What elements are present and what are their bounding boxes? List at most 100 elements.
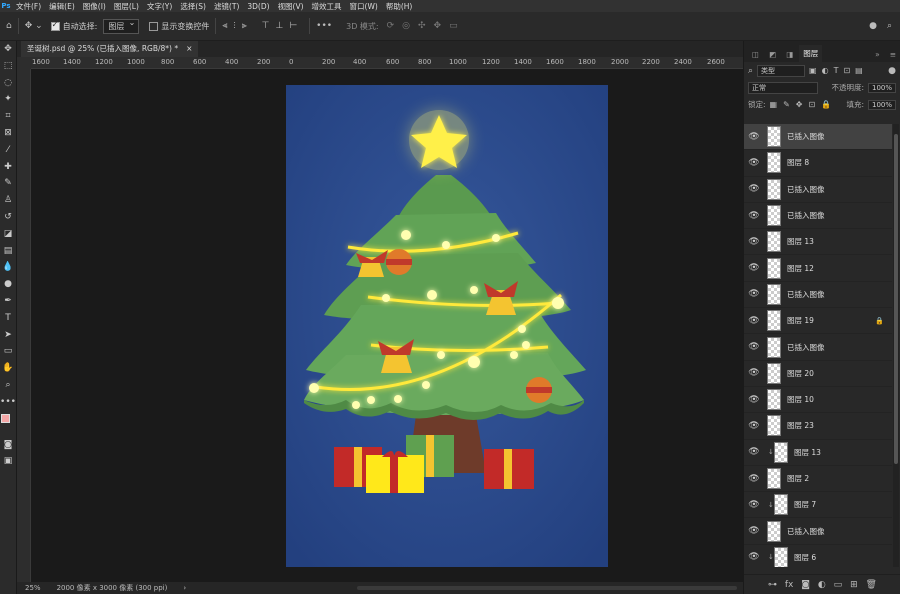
layer-thumbnail[interactable]	[767, 336, 781, 358]
3d-mode-icons[interactable]: ⟳◎✣✥▭	[387, 21, 466, 31]
visibility-eye-icon[interactable]: 👁	[744, 211, 764, 221]
hand-tool-icon[interactable]: ✋	[0, 360, 16, 377]
layer-row[interactable]: 👁 图层 19 🔒	[744, 308, 892, 335]
visibility-eye-icon[interactable]: 👁	[744, 526, 764, 536]
layer-name[interactable]: 图层 20	[787, 368, 814, 379]
clone-stamp-tool-icon[interactable]: ♙	[0, 192, 16, 209]
layer-thumbnail[interactable]	[767, 178, 781, 200]
menu-item-layer[interactable]: 图层(L)	[110, 1, 143, 12]
layer-row[interactable]: 👁 已插入图像	[744, 334, 892, 361]
status-arrow-icon[interactable]: ›	[183, 584, 186, 592]
type-tool-icon[interactable]: T	[0, 310, 16, 327]
menu-item-3d[interactable]: 3D(D)	[243, 2, 273, 11]
layer-name[interactable]: 图层 7	[794, 499, 816, 510]
layer-row[interactable]: 👁 图层 13	[744, 229, 892, 256]
align-icons[interactable]: ⫷⫶⫸ ⊤⊥⊢	[222, 21, 303, 31]
layer-row[interactable]: 👁 已插入图像	[744, 203, 892, 230]
visibility-eye-icon[interactable]: 👁	[744, 552, 764, 562]
layer-name[interactable]: 已插入图像	[787, 184, 825, 195]
layer-thumbnail[interactable]	[767, 520, 781, 542]
layer-thumbnail[interactable]	[774, 494, 788, 516]
layer-name[interactable]: 已插入图像	[787, 131, 825, 142]
layer-name[interactable]: 图层 13	[794, 447, 821, 458]
photoshop-logo-icon[interactable]: Ps	[0, 0, 12, 12]
filter-kind-dropdown[interactable]: 类型	[757, 64, 806, 77]
layer-row[interactable]: 👁 图层 12	[744, 255, 892, 282]
menu-item-plugins[interactable]: 增效工具	[308, 1, 346, 12]
visibility-eye-icon[interactable]: 👁	[744, 316, 764, 326]
menu-item-select[interactable]: 选择(S)	[176, 1, 210, 12]
collapse-panel-icon[interactable]: »	[871, 47, 884, 62]
layer-row[interactable]: 👁 ↓ 图层 7	[744, 492, 892, 519]
auto-select-dropdown[interactable]: 图层	[103, 18, 140, 34]
document-tab[interactable]: 圣诞树.psd @ 25% (已插入图像, RGB/8*) * ×	[21, 41, 199, 57]
crop-tool-icon[interactable]: ⌗	[0, 108, 16, 125]
layer-row[interactable]: 👁 图层 8	[744, 150, 892, 177]
layer-row[interactable]: 👁 图层 20	[744, 361, 892, 387]
layer-thumbnail[interactable]	[767, 362, 781, 384]
layer-thumbnail[interactable]	[767, 231, 781, 253]
layer-row[interactable]: 👁 ↓ 图层 13	[744, 440, 892, 466]
tab-paths[interactable]: ◨	[782, 47, 797, 62]
screen-mode-icon[interactable]: ▣	[0, 453, 16, 470]
layer-name[interactable]: 图层 2	[787, 473, 809, 484]
menu-item-window[interactable]: 窗口(W)	[346, 1, 382, 12]
fx-icon[interactable]: fx	[785, 580, 794, 590]
more-options-icon[interactable]: •••	[316, 21, 332, 31]
visibility-eye-icon[interactable]: 👁	[744, 184, 764, 194]
visibility-eye-icon[interactable]: 👁	[744, 158, 764, 168]
layer-thumbnail[interactable]	[767, 468, 781, 489]
visibility-eye-icon[interactable]: 👁	[744, 342, 764, 352]
visibility-eye-icon[interactable]: 👁	[744, 263, 764, 273]
filter-toggle-icon[interactable]: ●	[888, 66, 896, 76]
tab-layers[interactable]: 图层	[799, 45, 823, 62]
layer-name[interactable]: 图层 10	[787, 394, 814, 405]
history-brush-tool-icon[interactable]: ↺	[0, 209, 16, 226]
auto-select-checkbox[interactable]	[50, 20, 60, 31]
zoom-level[interactable]: 25%	[25, 584, 41, 592]
fill-field[interactable]: 100%	[867, 99, 896, 110]
visibility-eye-icon[interactable]: 👁	[744, 500, 764, 510]
user-icon[interactable]: ●	[869, 21, 877, 31]
layer-name[interactable]: 已插入图像	[787, 289, 825, 300]
marquee-tool-icon[interactable]: ⬚	[0, 58, 16, 75]
layer-name[interactable]: 图层 13	[787, 236, 814, 247]
eraser-tool-icon[interactable]: ◪	[0, 226, 16, 243]
gradient-tool-icon[interactable]: ▤	[0, 243, 16, 260]
layer-thumbnail[interactable]	[774, 441, 788, 463]
trash-icon[interactable]: 🗑	[866, 580, 877, 590]
menu-item-image[interactable]: 图像(I)	[79, 1, 110, 12]
horizontal-scrollbar[interactable]	[357, 586, 737, 590]
visibility-eye-icon[interactable]: 👁	[744, 474, 764, 484]
foreground-color-swatch[interactable]	[1, 413, 10, 423]
link-icon[interactable]: ⊶	[768, 580, 777, 590]
layer-thumbnail[interactable]	[767, 152, 781, 174]
layer-thumbnail[interactable]	[767, 205, 781, 227]
blend-mode-dropdown[interactable]: 正常	[748, 81, 818, 94]
layer-name[interactable]: 已插入图像	[787, 526, 825, 537]
menu-item-view[interactable]: 视图(V)	[274, 1, 308, 12]
adjustment-icon[interactable]: ◐	[818, 580, 826, 590]
layer-row[interactable]: 👁 已插入图像	[744, 282, 892, 309]
healing-brush-tool-icon[interactable]: ✚	[0, 159, 16, 176]
layer-thumbnail[interactable]	[767, 389, 781, 411]
folder-icon[interactable]: ▭	[834, 580, 843, 590]
menu-item-type[interactable]: 文字(Y)	[143, 1, 176, 12]
quick-mask-icon[interactable]: ◙	[0, 437, 16, 454]
move-tool-icon[interactable]: ✥ ⌄	[25, 21, 43, 31]
lasso-tool-icon[interactable]: ◌	[0, 75, 16, 92]
layer-row[interactable]: 👁 ↓ 图层 6	[744, 545, 892, 567]
layer-row[interactable]: 👁 已插入图像	[744, 518, 892, 545]
menu-item-filter[interactable]: 滤镜(T)	[210, 1, 243, 12]
frame-tool-icon[interactable]: ⊠	[0, 125, 16, 142]
layer-name[interactable]: 图层 12	[787, 263, 814, 274]
layer-row[interactable]: 👁 已插入图像	[744, 177, 892, 203]
layer-thumbnail[interactable]	[767, 283, 781, 305]
layer-thumbnail[interactable]	[767, 310, 781, 332]
menu-item-help[interactable]: 帮助(H)	[382, 1, 417, 12]
home-icon[interactable]: ⌂	[6, 21, 12, 31]
search-icon[interactable]: ⌕	[887, 21, 892, 31]
menu-item-file[interactable]: 文件(F)	[12, 1, 45, 12]
pen-tool-icon[interactable]: ✒	[0, 293, 16, 310]
magic-wand-tool-icon[interactable]: ✦	[0, 91, 16, 108]
